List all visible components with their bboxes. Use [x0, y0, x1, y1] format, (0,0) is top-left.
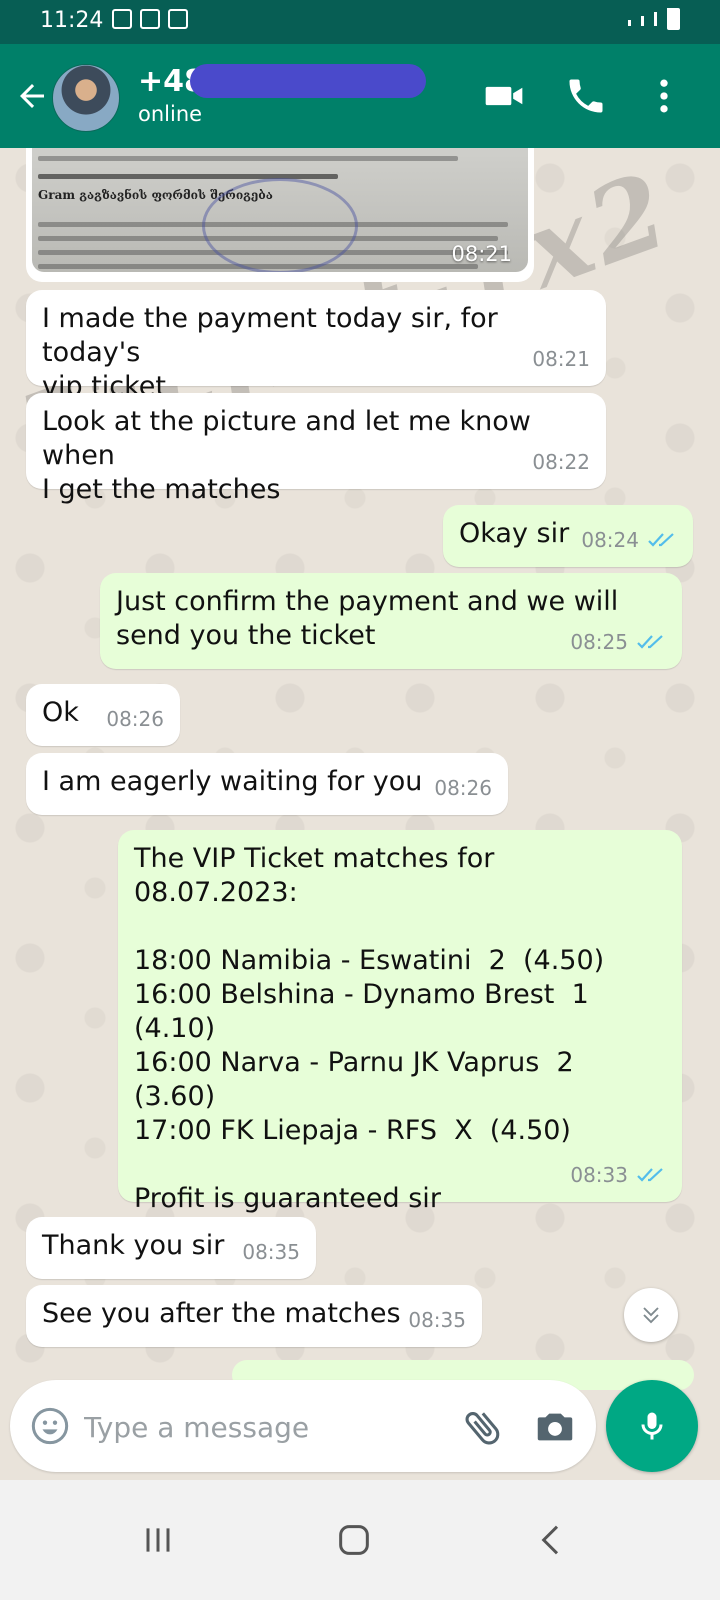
- message-time: 08:24: [581, 528, 639, 552]
- read-receipt-icon: [648, 533, 674, 547]
- app-notification-icon: [168, 9, 188, 29]
- message-bubble-incoming[interactable]: I made the payment today sir, for today'…: [26, 290, 606, 402]
- recent-apps-icon[interactable]: [138, 1520, 178, 1560]
- message-text: I made the payment today sir, for today'…: [42, 303, 498, 402]
- message-time: 08:25: [570, 630, 628, 654]
- camera-icon[interactable]: [532, 1404, 578, 1450]
- message-time: 08:26: [434, 776, 492, 800]
- scroll-to-bottom-button[interactable]: [624, 1288, 678, 1342]
- message-time: 08:35: [408, 1308, 466, 1332]
- battery-icon: [667, 8, 680, 30]
- message-bubble-outgoing[interactable]: Okay sir 08:24: [443, 505, 693, 567]
- back-nav-icon[interactable]: [532, 1520, 572, 1560]
- emoji-icon[interactable]: [30, 1406, 70, 1446]
- message-time: 08:22: [532, 450, 590, 474]
- message-time: 08:21: [451, 242, 512, 266]
- message-bubble-incoming[interactable]: See you after the matches 08:35: [26, 1285, 482, 1347]
- contact-status: online: [138, 102, 203, 126]
- message-composer: [10, 1380, 596, 1472]
- gmail-icon: [112, 9, 132, 29]
- message-bubble-outgoing[interactable]: The VIP Ticket matches for 08.07.2023: 1…: [118, 830, 682, 1248]
- read-receipt-icon: [637, 1168, 663, 1182]
- message-input[interactable]: [82, 1402, 456, 1452]
- notification-icons: [112, 9, 188, 29]
- message-bubble-outgoing[interactable]: Just confirm the payment and we will sen…: [100, 573, 682, 669]
- message-text: Look at the picture and let me know when…: [42, 406, 531, 505]
- message-bubble-incoming[interactable]: Look at the picture and let me know when…: [26, 393, 606, 505]
- status-time: 11:24: [40, 8, 104, 33]
- double-chevron-down-icon: [643, 1307, 659, 1324]
- attach-icon[interactable]: [460, 1404, 506, 1450]
- signal-icons: [628, 8, 670, 26]
- voicemail-icon: [140, 9, 160, 29]
- system-navigation-bar: [0, 1480, 720, 1600]
- message-time: 08:21: [532, 347, 590, 371]
- redacted-phone-number: [190, 64, 426, 98]
- message-bubble-incoming[interactable]: Thank you sir 08:35: [26, 1217, 316, 1279]
- message-bubble-incoming[interactable]: I am eagerly waiting for you 08:26: [26, 753, 508, 815]
- back-arrow-icon[interactable]: [14, 78, 50, 114]
- image-message[interactable]: Gram გაგზავნის ფორმის შერიგება 08:21: [26, 148, 534, 282]
- message-text: See you after the matches: [42, 1298, 401, 1329]
- voice-message-button[interactable]: [606, 1380, 698, 1472]
- video-call-icon[interactable]: [480, 74, 528, 118]
- contact-avatar[interactable]: [52, 64, 120, 132]
- message-text: I am eagerly waiting for you: [42, 766, 423, 797]
- message-time: 08:26: [106, 707, 164, 731]
- message-time: 08:33: [570, 1163, 628, 1187]
- more-options-icon[interactable]: [640, 74, 688, 118]
- message-bubble-incoming[interactable]: Ok 08:26: [26, 684, 180, 746]
- microphone-icon: [641, 1412, 663, 1440]
- status-bar: 11:24: [0, 0, 720, 44]
- home-icon[interactable]: [334, 1520, 374, 1560]
- message-time: 08:35: [242, 1240, 300, 1264]
- voice-call-icon[interactable]: [562, 74, 610, 118]
- payment-receipt-image[interactable]: Gram გაგზავნის ფორმის შერიგება 08:21: [32, 148, 528, 272]
- read-receipt-icon: [637, 635, 663, 649]
- chat-header: +48 online: [0, 44, 720, 148]
- stamp-mark: [202, 178, 358, 272]
